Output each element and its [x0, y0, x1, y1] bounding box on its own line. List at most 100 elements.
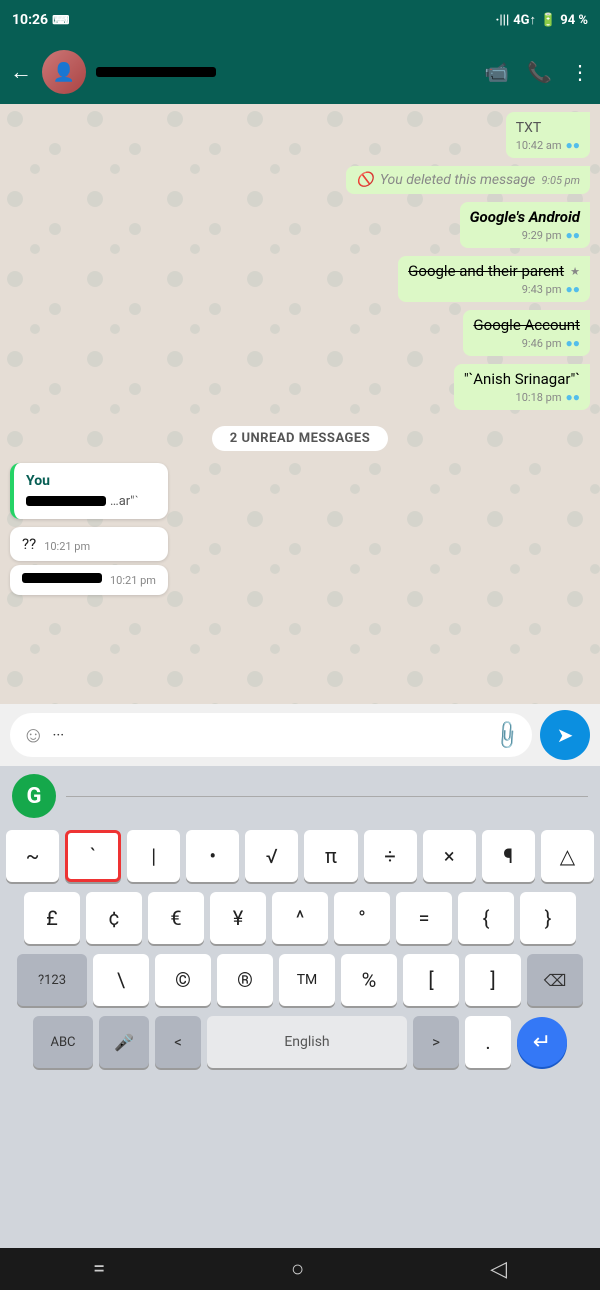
- message-row: Google Account 9:46 pm ●●: [10, 310, 590, 356]
- key-trademark[interactable]: TM: [279, 954, 335, 1006]
- avatar-image: 👤: [42, 50, 86, 94]
- key-divide[interactable]: ÷: [364, 830, 417, 882]
- microphone-icon: 🎤: [114, 1033, 134, 1052]
- read-ticks: ●●: [566, 282, 581, 296]
- key-tilde[interactable]: ~: [6, 830, 59, 882]
- attach-button[interactable]: 📎: [490, 718, 525, 753]
- message-bubble-deleted: 🚫 You deleted this message 9:05 pm: [346, 166, 590, 194]
- key-greater-than[interactable]: >: [413, 1016, 459, 1068]
- message-content-row: ?? 10:21 pm: [22, 535, 156, 553]
- reply-preview-text: …ar"ˋ: [110, 493, 139, 509]
- key-backslash[interactable]: \: [93, 954, 149, 1006]
- key-euro[interactable]: €: [148, 892, 204, 944]
- read-ticks: ●●: [566, 138, 581, 152]
- deleted-text: You deleted this message: [380, 172, 535, 188]
- grammarly-button[interactable]: G: [12, 774, 56, 818]
- read-ticks: ●●: [566, 228, 581, 242]
- voice-call-button[interactable]: 📞: [527, 60, 552, 84]
- key-yen[interactable]: ¥: [210, 892, 266, 944]
- key-enter[interactable]: ↵: [517, 1017, 567, 1067]
- chat-area: TXT 10:42 am ●● 🚫 You deleted this messa…: [0, 104, 600, 704]
- message-time-2: 10:21 pm: [110, 574, 156, 587]
- menu-button[interactable]: ⋮: [570, 60, 590, 84]
- key-pi[interactable]: π: [304, 830, 357, 882]
- incoming-message-bubble: ?? 10:21 pm: [10, 527, 168, 561]
- message-row-with-reply: You …ar"ˋ ?? 10:21 pm 10:21 pm: [10, 463, 590, 595]
- send-icon: ➤: [557, 723, 574, 747]
- key-less-than[interactable]: <: [155, 1016, 201, 1068]
- key-close-brace[interactable]: }: [520, 892, 576, 944]
- key-pipe[interactable]: |: [127, 830, 180, 882]
- key-degree[interactable]: °: [334, 892, 390, 944]
- key-multiply[interactable]: ×: [423, 830, 476, 882]
- key-caret[interactable]: ^: [272, 892, 328, 944]
- chat-header: ← 👤 📹 📞 ⋮: [0, 40, 600, 104]
- key-close-bracket[interactable]: ]: [465, 954, 521, 1006]
- key-microphone[interactable]: 🎤: [99, 1016, 149, 1068]
- text-input-box[interactable]: ☺ ··· 📎: [10, 713, 532, 757]
- key-bullet[interactable]: •: [186, 830, 239, 882]
- message-row: Google and their parent ★ 9:43 pm ●●: [10, 256, 590, 302]
- key-registered[interactable]: ®: [217, 954, 273, 1006]
- space-key-label: English: [284, 1034, 329, 1050]
- incoming-message-bubble-2: 10:21 pm: [10, 565, 168, 595]
- key-numeric-switch[interactable]: ?123: [17, 954, 87, 1006]
- message-row: "`Anish Srinagar"` 10:18 pm ●●: [10, 364, 590, 410]
- reply-preview: …ar"ˋ: [26, 493, 156, 509]
- message-bubble-out: "`Anish Srinagar"` 10:18 pm ●●: [454, 364, 590, 410]
- deleted-message-content: 🚫 You deleted this message 9:05 pm: [356, 172, 580, 188]
- nav-home[interactable]: ○: [291, 1256, 304, 1282]
- message-time: 9:29 pm: [522, 229, 562, 242]
- key-cent[interactable]: ¢: [86, 892, 142, 944]
- send-button[interactable]: ➤: [540, 710, 590, 760]
- nav-recent-apps[interactable]: =: [93, 1257, 105, 1282]
- contact-avatar[interactable]: 👤: [42, 50, 86, 94]
- key-open-bracket[interactable]: [: [403, 954, 459, 1006]
- key-row-2: £ ¢ € ¥ ^ ° = { }: [6, 892, 594, 944]
- time-display: 10:26: [12, 12, 48, 28]
- key-alpha-switch[interactable]: ABC: [33, 1016, 93, 1068]
- enter-icon: ↵: [533, 1030, 551, 1055]
- deleted-icon: 🚫: [356, 172, 373, 188]
- key-row-4: ABC 🎤 < English > . ↵: [6, 1016, 594, 1068]
- unread-count-pill: 2 UNREAD MESSAGES: [212, 426, 389, 451]
- key-percent[interactable]: %: [341, 954, 397, 1006]
- emoji-button[interactable]: ☺: [22, 722, 44, 748]
- nav-back[interactable]: ◁: [490, 1257, 507, 1282]
- video-call-button[interactable]: 📹: [484, 60, 509, 84]
- system-nav-bar: = ○ ◁: [0, 1248, 600, 1290]
- network-type: 4G↑: [513, 12, 536, 28]
- message-text: "`Anish Srinagar"`: [464, 370, 580, 388]
- status-bar-right: ·||| 4G↑ 🔋 94 %: [495, 12, 588, 28]
- message-row: Google's Android 9:29 pm ●●: [10, 202, 590, 248]
- key-pilcrow[interactable]: ¶: [482, 830, 535, 882]
- key-equals[interactable]: =: [396, 892, 452, 944]
- key-pound[interactable]: £: [24, 892, 80, 944]
- message-input-field[interactable]: ···: [52, 726, 487, 744]
- message-time: 9:05 pm: [541, 174, 580, 187]
- read-ticks: ●●: [566, 336, 581, 350]
- key-backspace[interactable]: ⌫: [527, 954, 583, 1006]
- message-bubble-out: Google and their parent ★ 9:43 pm ●●: [398, 256, 590, 302]
- back-button[interactable]: ←: [10, 59, 32, 85]
- key-space[interactable]: English: [207, 1016, 407, 1068]
- status-bar: 10:26 ⌨ ·||| 4G↑ 🔋 94 %: [0, 0, 600, 40]
- message-row: 🚫 You deleted this message 9:05 pm: [10, 166, 590, 194]
- message-content-row-2: 10:21 pm: [22, 573, 156, 587]
- redacted-message-text: [22, 573, 102, 583]
- message-time: 10:18 pm: [516, 391, 562, 404]
- key-copyright[interactable]: ©: [155, 954, 211, 1006]
- key-sqrt[interactable]: √: [245, 830, 298, 882]
- header-action-icons: 📹 📞 ⋮: [484, 60, 590, 84]
- message-row: TXT 10:42 am ●●: [10, 112, 590, 158]
- message-time: 9:46 pm: [522, 337, 562, 350]
- key-triangle[interactable]: △: [541, 830, 594, 882]
- key-open-brace[interactable]: {: [458, 892, 514, 944]
- contact-name-redacted: [96, 67, 216, 77]
- reply-preview-redacted: [26, 496, 106, 506]
- key-backtick[interactable]: `: [65, 830, 121, 882]
- signal-icon: ·|||: [495, 13, 509, 28]
- keyboard-area: G ~ ` | • √ π ÷ × ¶ △ £ ¢ € ¥ ^ ° = { }: [0, 766, 600, 1248]
- key-period[interactable]: .: [465, 1016, 511, 1068]
- message-text: Google's Android: [470, 208, 580, 226]
